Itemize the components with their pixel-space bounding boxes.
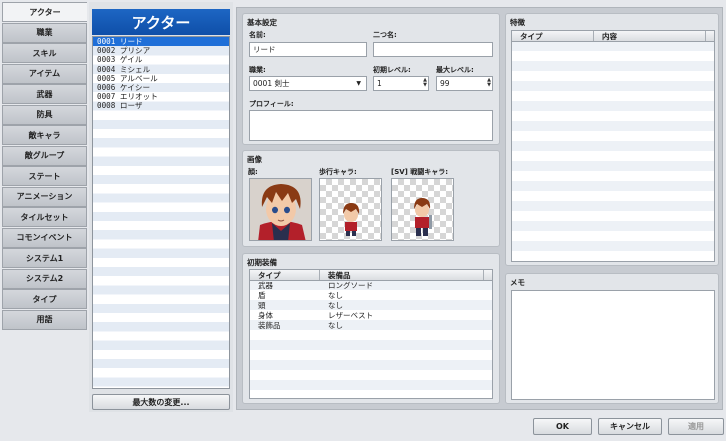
tab-7[interactable]: 敵グループ: [2, 145, 87, 166]
profile-field[interactable]: [249, 110, 493, 141]
name-label: 名前:: [249, 31, 266, 39]
tab-3[interactable]: アイテム: [2, 63, 87, 84]
list-item[interactable]: 0001 リード: [93, 37, 229, 47]
tab-13[interactable]: システム2: [2, 268, 87, 289]
walk-label: 歩行キャラ:: [319, 168, 357, 176]
tab-14[interactable]: タイプ: [2, 289, 87, 309]
list-item[interactable]: 0004 ミシェル: [93, 65, 229, 74]
equipment-item: レザーベスト: [328, 311, 374, 320]
memo-group: メモ: [505, 273, 719, 404]
equipment-type: 装飾品: [258, 321, 281, 330]
tab-4[interactable]: 武器: [2, 84, 87, 104]
tab-2[interactable]: スキル: [2, 43, 87, 63]
initial-equipment-group: 初期装備 タイプ 装備品 武器 ロングソード盾なし頭なし 身体 レザーベスト 装飾品 なし: [242, 253, 500, 404]
traits-title: 特徴: [510, 18, 525, 27]
equipment-type: 身体: [258, 311, 273, 320]
equipment-table[interactable]: タイプ 装備品 武器 ロングソード盾なし頭なし 身体 レザーベスト 装飾品 なし: [249, 269, 493, 399]
database-tabs: アクター 職業 スキル アイテム 武器 防具 敵キャラ 敵グループ ステート アニメーション タイル…: [2, 2, 87, 330]
max-level-label: 最大レベル:: [436, 66, 474, 74]
face-label: 顔:: [248, 168, 258, 176]
traits-group: 特徴 タイプ 内容: [505, 13, 719, 266]
table-row[interactable]: 頭 なし: [250, 301, 492, 311]
equipment-col-item: 装備品: [320, 270, 484, 280]
actor-list-title: アクター: [92, 9, 230, 35]
equipment-col-type: タイプ: [250, 270, 320, 280]
actor-list[interactable]: 0001 リード 0002 プリシア 0003 ゲイル 0004 ミシェル 0005 ア…: [92, 36, 230, 389]
battler-label: [SV] 戦闘キャラ:: [391, 168, 449, 176]
nickname-field[interactable]: [373, 42, 493, 57]
initial-equipment-title: 初期装備: [247, 258, 277, 267]
equipment-item: なし: [328, 291, 343, 300]
profile-label: プロフィール:: [249, 100, 294, 108]
images-group: 画像 顔: 歩行キャラ: [SV] 戦闘キャラ:: [242, 150, 500, 247]
class-select[interactable]: 0001 剣士 ▼: [249, 76, 367, 91]
tab-0[interactable]: アクター: [2, 2, 87, 22]
change-max-button[interactable]: 最大数の変更...: [92, 394, 230, 410]
traits-table-header: タイプ 内容: [512, 31, 714, 42]
images-title: 画像: [247, 155, 262, 164]
tab-5[interactable]: 防具: [2, 104, 87, 125]
table-row[interactable]: 身体 レザーベスト: [250, 311, 492, 321]
spinner-icon[interactable]: ▲ ▼: [487, 78, 491, 88]
ok-button[interactable]: OK: [533, 418, 592, 435]
cancel-button[interactable]: キャンセル: [598, 418, 662, 435]
traits-table[interactable]: タイプ 内容: [511, 30, 715, 262]
tab-11[interactable]: コモンイベント: [2, 227, 87, 248]
list-item[interactable]: 0007 エリオット: [93, 92, 229, 101]
spinner-icon[interactable]: ▲ ▼: [423, 78, 427, 88]
initial-level-label: 初期レベル:: [373, 66, 411, 74]
equipment-item: ロングソード: [328, 281, 373, 290]
list-item[interactable]: 0003 ゲイル: [93, 55, 229, 64]
actor-list-panel: アクター 0001 リード 0002 プリシア 0003 ゲイル 0004 ミシェル 0…: [89, 2, 233, 412]
class-value: 0001 剣士: [253, 79, 290, 88]
traits-col-content: 内容: [594, 31, 706, 41]
max-level-value: 99: [440, 79, 450, 88]
list-item[interactable]: 0002 プリシア: [93, 46, 229, 55]
equipment-type: 頭: [258, 301, 266, 310]
equipment-item: なし: [328, 321, 343, 330]
tab-15[interactable]: 用語: [2, 309, 87, 330]
nickname-label: 二つ名:: [373, 31, 397, 39]
tab-9[interactable]: アニメーション: [2, 186, 87, 207]
tab-12[interactable]: システム1: [2, 248, 87, 268]
tab-1[interactable]: 職業: [2, 22, 87, 43]
basic-settings-group: 基本設定 名前: リード 二つ名: 職業: 0001 剣士 ▼ 初期レベル: 1 ▲…: [242, 13, 500, 145]
class-label: 職業:: [249, 66, 266, 74]
equipment-type: 盾: [258, 291, 266, 300]
tab-6[interactable]: 敵キャラ: [2, 125, 87, 145]
traits-col-type: タイプ: [512, 31, 594, 41]
walk-sprite-image[interactable]: [319, 178, 382, 241]
list-item[interactable]: 0006 ケイシー: [93, 83, 229, 92]
equipment-type: 武器: [258, 281, 273, 290]
apply-button[interactable]: 適用: [668, 418, 724, 435]
tab-10[interactable]: タイルセット: [2, 207, 87, 227]
list-item[interactable]: 0005 アルベール: [93, 74, 229, 83]
basic-settings-title: 基本設定: [247, 18, 277, 27]
table-row[interactable]: 盾 なし: [250, 291, 492, 301]
equipment-item: なし: [328, 301, 343, 310]
table-row[interactable]: 装飾品 なし: [250, 321, 492, 331]
memo-title: メモ: [510, 278, 525, 287]
face-image[interactable]: [249, 178, 312, 241]
battler-sprite-image[interactable]: [391, 178, 454, 241]
memo-field[interactable]: [511, 290, 715, 400]
name-field[interactable]: リード: [249, 42, 367, 57]
list-item[interactable]: 0008 ローザ: [93, 101, 229, 110]
initial-level-field[interactable]: 1 ▲ ▼: [373, 76, 429, 91]
table-row[interactable]: 武器 ロングソード: [250, 281, 492, 291]
chevron-down-icon: ▼: [356, 80, 361, 87]
initial-level-value: 1: [377, 79, 382, 88]
actor-detail-panel: 基本設定 名前: リード 二つ名: 職業: 0001 剣士 ▼ 初期レベル: 1 ▲…: [236, 7, 723, 410]
tab-8[interactable]: ステート: [2, 166, 87, 186]
equipment-table-header: タイプ 装備品: [250, 270, 492, 281]
max-level-field[interactable]: 99 ▲ ▼: [436, 76, 493, 91]
